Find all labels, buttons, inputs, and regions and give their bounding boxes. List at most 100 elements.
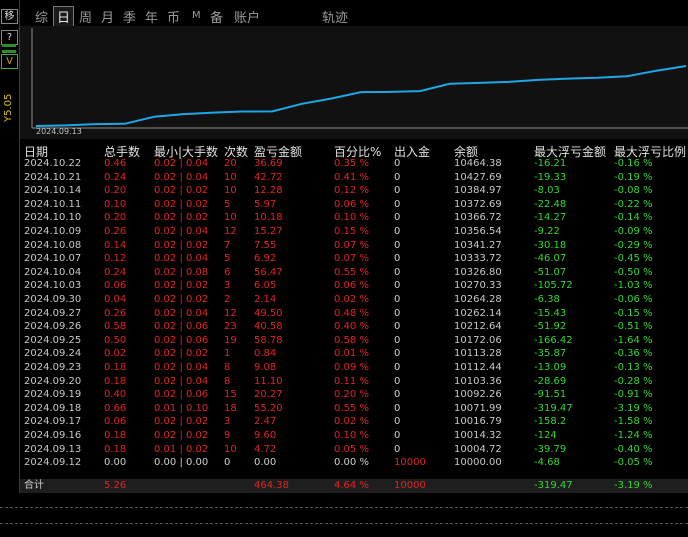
cell-total-lots: 0.26 <box>104 226 127 237</box>
cell-balance: 10270.33 <box>454 280 502 292</box>
cell-in-out: 0 <box>394 280 401 292</box>
cell-in-out: 0 <box>394 416 401 428</box>
cell-max-float-ratio: -0.14 % <box>614 212 653 224</box>
cell-max-float-ratio: -0.06 % <box>614 294 653 305</box>
cell-profit-loss: 20.27 <box>254 389 283 401</box>
cell-date: 2024.09.25 <box>24 334 82 346</box>
cell-min-max-lots: 0.02 | 0.04 <box>154 307 209 319</box>
tab-day[interactable]: 日 <box>53 6 75 27</box>
table-row[interactable]: 2024.10.03 0.06 0.02 | 0.02 3 6.05 0.06 % 0 102… <box>20 279 688 293</box>
cell-in-out: 0 <box>394 402 401 414</box>
table-row[interactable]: 2024.10.21 0.24 0.02 | 0.04 10 42.72 0.41 % 0 1… <box>20 171 688 185</box>
table-row[interactable]: 2024.09.16 0.18 0.02 | 0.02 9 9.60 0.10 % 0 100… <box>20 429 688 443</box>
tab-week[interactable]: 周 <box>79 7 92 26</box>
cell-max-float-amount: -51.07 <box>534 266 567 278</box>
cell-balance: 10464.38 <box>454 158 502 169</box>
cell-max-float-amount: -14.27 <box>534 212 567 224</box>
table-row[interactable]: 2024.09.26 0.58 0.02 | 0.06 23 40.58 0.40 % 0 1… <box>20 320 688 334</box>
table-row[interactable]: 2024.09.30 0.04 0.02 | 0.02 2 2.14 0.02 % 0 102… <box>20 293 688 307</box>
cell-balance: 10356.54 <box>454 226 502 237</box>
table-row[interactable]: 2024.10.11 0.10 0.02 | 0.02 5 5.97 0.06 % 0 103… <box>20 198 688 212</box>
cell-max-float-amount: -124 <box>534 430 557 441</box>
table-row[interactable]: 2024.10.09 0.26 0.02 | 0.04 12 15.27 0.15 % 0 1… <box>20 225 688 239</box>
grid-line <box>0 507 688 508</box>
tab-account[interactable]: 账户 <box>234 7 260 26</box>
cell-total-lots: 0.12 <box>104 253 127 265</box>
help-icon[interactable]: ? <box>1 30 18 45</box>
cell-in-out: 0 <box>394 158 401 169</box>
cell-profit-loss: 2.47 <box>254 416 277 428</box>
tab-month[interactable]: 月 <box>101 7 114 26</box>
cell-balance: 10212.64 <box>454 321 502 333</box>
cell-total-lots: 0.04 <box>104 294 127 305</box>
tab-summary[interactable]: 综 <box>35 7 48 26</box>
cell-profit-loss: 0.84 <box>254 348 277 360</box>
cell-min-max-lots: 0.01 | 0.02 <box>154 443 209 455</box>
cell-count: 10 <box>224 171 237 183</box>
cell-total-lots: 0.66 <box>104 402 127 414</box>
cell-percent: 0.35 % <box>334 158 369 169</box>
cell-profit-loss: 42.72 <box>254 171 283 183</box>
cell-max-float-amount: -22.48 <box>534 198 567 210</box>
cell-profit-loss: 15.27 <box>254 226 283 237</box>
cell-balance: 10372.69 <box>454 198 502 210</box>
cell-balance: 10092.26 <box>454 389 502 401</box>
cell-total-lots: 0.40 <box>104 389 127 401</box>
cell-profit-loss: 6.92 <box>254 253 277 265</box>
cell-total-lots: 0.18 <box>104 443 127 455</box>
tab-note[interactable]: 备 <box>210 7 223 26</box>
table-row[interactable]: 2024.10.04 0.24 0.02 | 0.08 6 56.47 0.55 % 0 10… <box>20 266 688 280</box>
balance-chart-svg <box>31 28 688 129</box>
cell-max-float-amount: -19.33 <box>534 171 567 183</box>
table-row[interactable]: 2024.09.20 0.18 0.02 | 0.04 8 11.10 0.11 % 0 10… <box>20 375 688 389</box>
tab-track[interactable]: 轨迹 <box>322 7 348 26</box>
table-row[interactable]: 2024.09.25 0.50 0.02 | 0.06 19 58.78 0.58 % 0 1… <box>20 334 688 348</box>
cell-profit-loss: 7.55 <box>254 239 277 251</box>
tab-currency[interactable]: 币 <box>167 7 180 26</box>
cell-total-lots: 0.18 <box>104 375 127 387</box>
cell-total-lots: 0.58 <box>104 321 127 333</box>
cell-date: 2024.10.10 <box>24 212 82 224</box>
cell-percent: 0.11 % <box>334 375 369 387</box>
cell-min-max-lots: 0.02 | 0.02 <box>154 185 209 197</box>
cell-percent: 0.55 % <box>334 266 369 278</box>
cell-min-max-lots: 0.02 | 0.02 <box>154 198 209 210</box>
cell-min-max-lots: 0.02 | 0.04 <box>154 226 209 237</box>
table-row[interactable]: 2024.09.18 0.66 0.01 | 0.10 18 55.20 0.55 % 0 1… <box>20 402 688 416</box>
table-row[interactable]: 2024.10.14 0.20 0.02 | 0.02 10 12.28 0.12 % 0 1… <box>20 184 688 198</box>
cell-min-max-lots: 0.02 | 0.02 <box>154 294 209 305</box>
table-row[interactable]: 2024.09.12 0.00 0.00 | 0.00 0 0.00 0.00 % 1000… <box>20 456 688 470</box>
table-row[interactable]: 2024.10.08 0.14 0.02 | 0.02 7 7.55 0.07 % 0 103… <box>20 239 688 253</box>
cell-min-max-lots: 0.02 | 0.04 <box>154 171 209 183</box>
cell-total-lots: 0.10 <box>104 198 127 210</box>
cell-date: 2024.09.27 <box>24 307 82 319</box>
table-row[interactable]: 2024.09.19 0.40 0.02 | 0.06 15 20.27 0.20 % 0 1… <box>20 388 688 402</box>
cell-percent: 0.00 % <box>334 457 369 469</box>
table-row[interactable]: 2024.10.22 0.46 0.02 | 0.04 20 36.69 0.35 % 0 1… <box>20 157 688 171</box>
summary-in-out: 10000 <box>394 480 426 491</box>
table-row[interactable]: 2024.09.27 0.26 0.02 | 0.04 12 49.50 0.48 % 0 1… <box>20 307 688 321</box>
table-row[interactable]: 2024.09.13 0.18 0.01 | 0.02 10 4.72 0.05 % 0 10… <box>20 443 688 457</box>
cell-count: 0 <box>224 457 231 469</box>
table-row[interactable]: 2024.09.23 0.18 0.02 | 0.04 8 9.08 0.09 % 0 101… <box>20 361 688 375</box>
summary-max-float-ratio: -3.19 % <box>614 480 653 491</box>
table-row[interactable]: 2024.10.10 0.20 0.02 | 0.02 10 10.18 0.10 % 0 1… <box>20 211 688 225</box>
table-row[interactable]: 2024.09.17 0.06 0.02 | 0.02 3 2.47 0.02 % 0 100… <box>20 415 688 429</box>
table-row[interactable]: 2024.10.07 0.12 0.02 | 0.04 5 6.92 0.07 % 0 103… <box>20 252 688 266</box>
cell-percent: 0.05 % <box>334 443 369 455</box>
cell-min-max-lots: 0.02 | 0.04 <box>154 375 209 387</box>
price-label: Y5.05 <box>3 93 14 122</box>
cell-max-float-ratio: -0.05 % <box>614 457 653 469</box>
cell-min-max-lots: 0.02 | 0.08 <box>154 266 209 278</box>
move-toggle-button[interactable]: 移 <box>1 9 18 24</box>
cell-profit-loss: 10.18 <box>254 212 283 224</box>
table-row[interactable]: 2024.09.24 0.02 0.02 | 0.02 1 0.84 0.01 % 0 101… <box>20 347 688 361</box>
cell-date: 2024.10.21 <box>24 171 82 183</box>
chevron-down-icon[interactable]: V <box>1 54 18 69</box>
tab-year[interactable]: 年 <box>145 7 158 26</box>
tab-quarter[interactable]: 季 <box>123 7 136 26</box>
tab-m[interactable]: M <box>192 10 201 21</box>
cell-profit-loss: 2.14 <box>254 294 277 305</box>
cell-max-float-amount: -15.43 <box>534 307 567 319</box>
cell-count: 2 <box>224 294 231 305</box>
